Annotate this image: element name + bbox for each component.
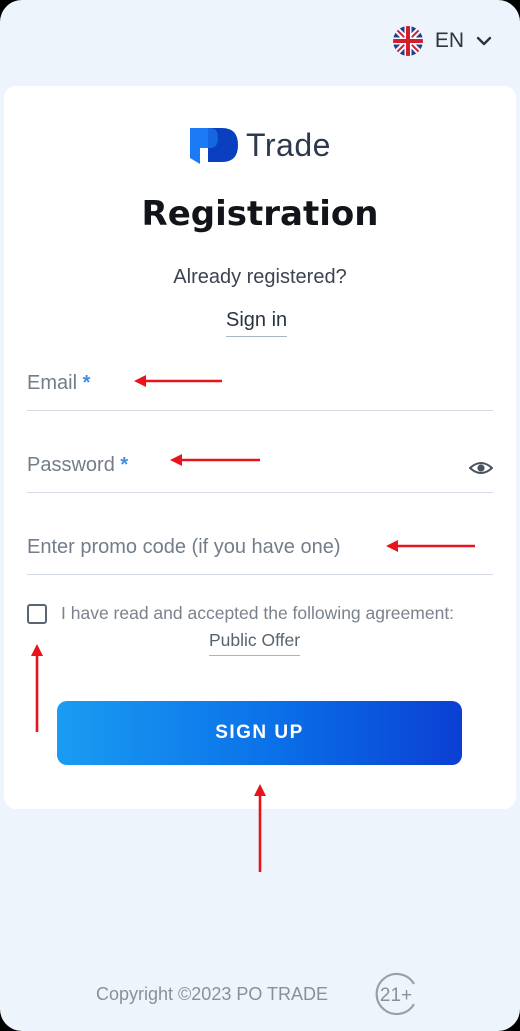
chevron-down-icon — [476, 36, 492, 46]
language-code: EN — [434, 29, 464, 52]
po-logo-icon — [190, 128, 238, 164]
age-badge-text: 21+ — [380, 985, 412, 1006]
agreement-checkbox[interactable] — [27, 604, 47, 624]
already-registered-text: Already registered? — [173, 266, 347, 288]
email-input[interactable] — [27, 360, 493, 410]
age-restriction-badge: 21+ — [375, 972, 415, 1016]
password-input[interactable] — [27, 442, 493, 492]
app-screen: EN Trade Registration Already registered… — [0, 0, 520, 1031]
copyright-text: Copyright ©2023 PO TRADE — [96, 984, 329, 1004]
top-bar: EN — [0, 0, 520, 86]
public-offer-link[interactable]: Public Offer — [209, 630, 301, 656]
page-title: Registration — [141, 194, 379, 234]
sign-in-link[interactable]: Sign in — [226, 309, 288, 337]
eye-icon[interactable] — [469, 456, 493, 480]
promo-code-field[interactable]: Enter promo code (if you have one) — [27, 524, 493, 575]
uk-flag-icon — [392, 26, 423, 56]
password-field[interactable]: Password * — [27, 442, 493, 493]
agreement-text: I have read and accepted the following a… — [61, 603, 455, 623]
registration-card: Trade Registration Already registered? S… — [4, 86, 516, 809]
promo-code-input[interactable] — [27, 524, 493, 574]
sign-up-button[interactable]: SIGN UP — [57, 701, 462, 765]
language-selector[interactable]: EN — [392, 26, 492, 56]
email-field[interactable]: Email * — [27, 360, 493, 411]
brand-name: Trade — [246, 126, 331, 163]
brand-logo: Trade — [188, 124, 331, 166]
